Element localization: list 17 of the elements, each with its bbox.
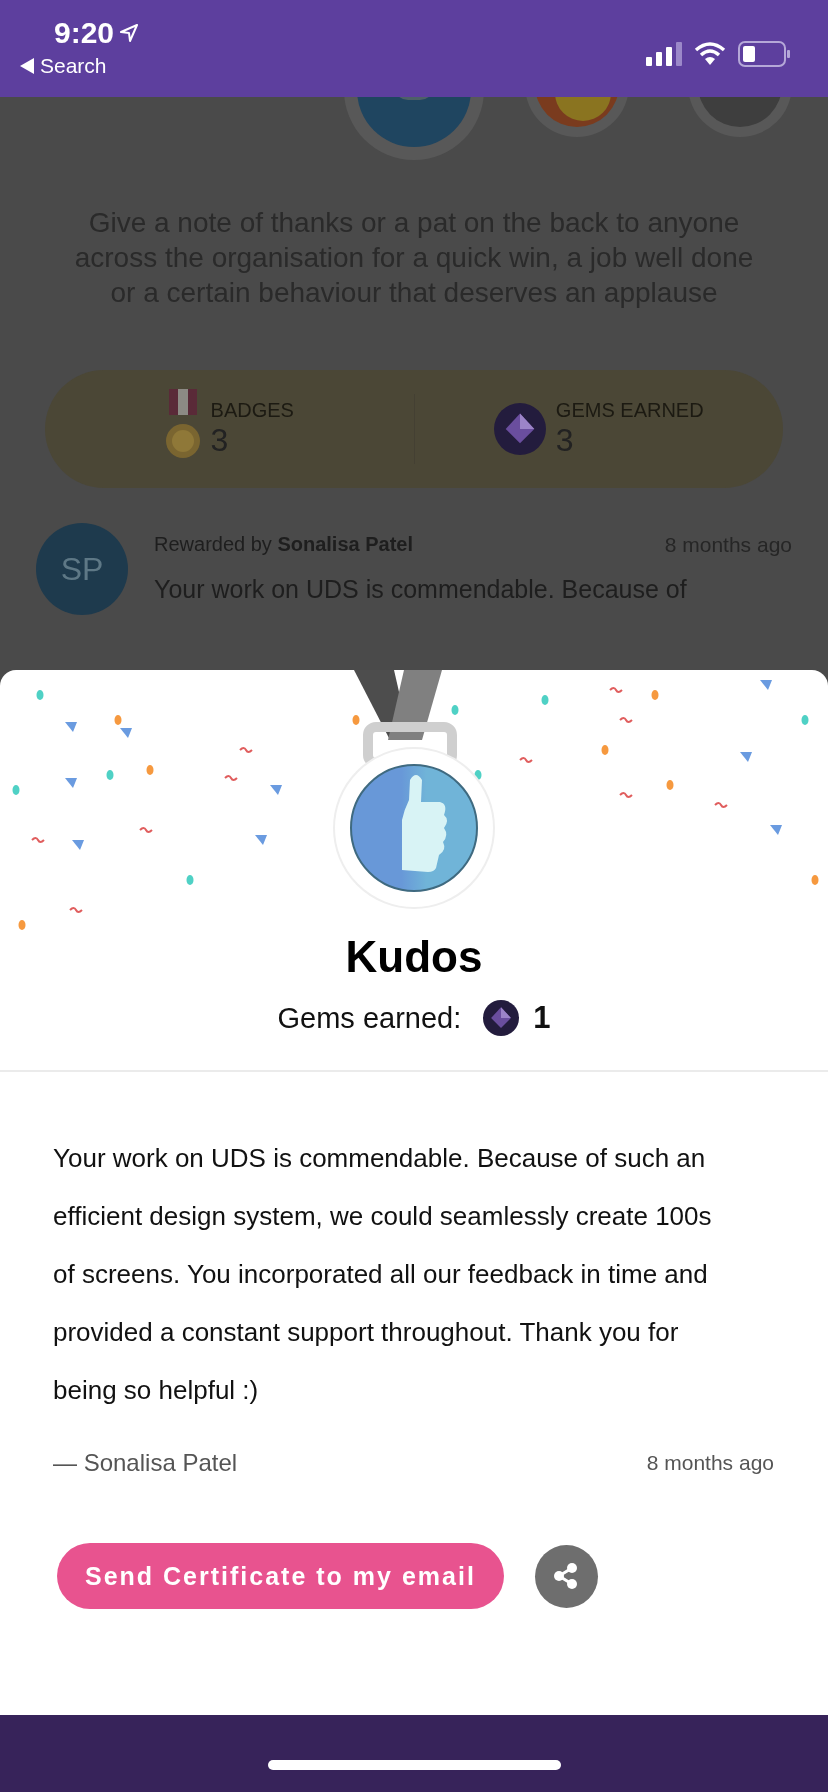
back-triangle-icon (20, 58, 34, 74)
gem-icon (483, 1000, 520, 1036)
gems-label: Gems earned: (277, 1001, 462, 1035)
back-link[interactable]: Search (20, 54, 139, 78)
gem-icon (493, 403, 546, 455)
gems-value: 1 (533, 1000, 551, 1036)
avatar: SP (36, 523, 128, 615)
reward-message: Your work on UDS is commendable. Because of such an efficient design system, we could seamlessly create 100s of screens. You incorporated all our feedback in time and provided a constant support throughout. Thank you for being so helpful :) (52, 1142, 713, 1407)
status-time: 9:20 (54, 16, 115, 50)
author-name: — Sonalisa Patel (53, 1449, 238, 1477)
reward-time: 8 months ago (646, 1451, 774, 1475)
location-arrow-icon (120, 24, 139, 42)
wifi-icon (694, 41, 726, 66)
reward-title: Kudos (345, 932, 483, 982)
signal-icon (646, 41, 682, 66)
back-link-text[interactable]: Search (40, 54, 107, 78)
battery-icon (738, 40, 790, 67)
